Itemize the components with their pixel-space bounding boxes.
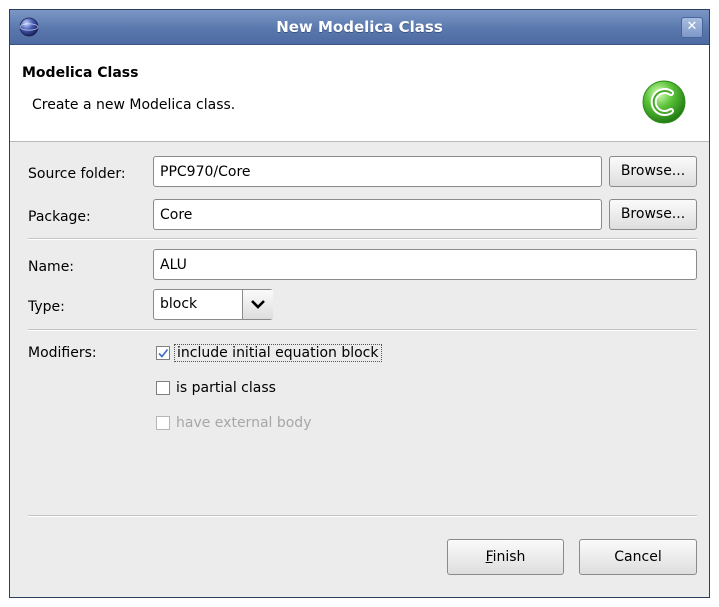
source-folder-label: Source folder: [28, 166, 126, 182]
include-initial-equation-label: include initial equation block [174, 344, 382, 362]
separator [28, 329, 697, 331]
name-label: Name: [28, 259, 75, 275]
modifiers-label: Modifiers: [28, 345, 97, 361]
type-select-value: block [160, 296, 198, 312]
header-title: Modelica Class [22, 65, 139, 81]
checkmark-icon [158, 349, 169, 358]
package-browse-button[interactable]: Browse... [609, 199, 697, 230]
separator [28, 515, 697, 517]
include-initial-equation-checkbox[interactable] [156, 346, 170, 360]
package-input[interactable] [153, 199, 602, 230]
dialog-window: New Modelica Class ✕ Modelica Class Crea… [9, 9, 710, 598]
name-input[interactable] [153, 249, 697, 280]
modelica-class-logo-icon [642, 80, 686, 124]
source-folder-browse-button[interactable]: Browse... [609, 156, 697, 187]
is-partial-class-checkbox[interactable] [156, 381, 170, 395]
source-folder-input[interactable] [153, 156, 602, 187]
have-external-body-checkbox [156, 416, 170, 430]
have-external-body-label: have external body [176, 415, 312, 431]
cancel-button[interactable]: Cancel [579, 539, 697, 575]
type-select-toggle[interactable] [242, 290, 273, 319]
package-label: Package: [28, 209, 91, 225]
type-select[interactable]: block [153, 289, 273, 320]
close-icon: ✕ [686, 19, 698, 34]
wizard-header: Modelica Class Create a new Modelica cla… [10, 45, 709, 142]
type-label: Type: [28, 299, 65, 315]
close-button[interactable]: ✕ [681, 17, 703, 38]
header-description: Create a new Modelica class. [32, 97, 236, 113]
finish-button[interactable]: Finish [447, 539, 564, 575]
title-bar[interactable]: New Modelica Class ✕ [10, 10, 709, 45]
window-title: New Modelica Class [276, 18, 443, 36]
separator [28, 238, 697, 240]
is-partial-class-label: is partial class [176, 380, 276, 396]
chevron-down-icon [251, 300, 265, 309]
